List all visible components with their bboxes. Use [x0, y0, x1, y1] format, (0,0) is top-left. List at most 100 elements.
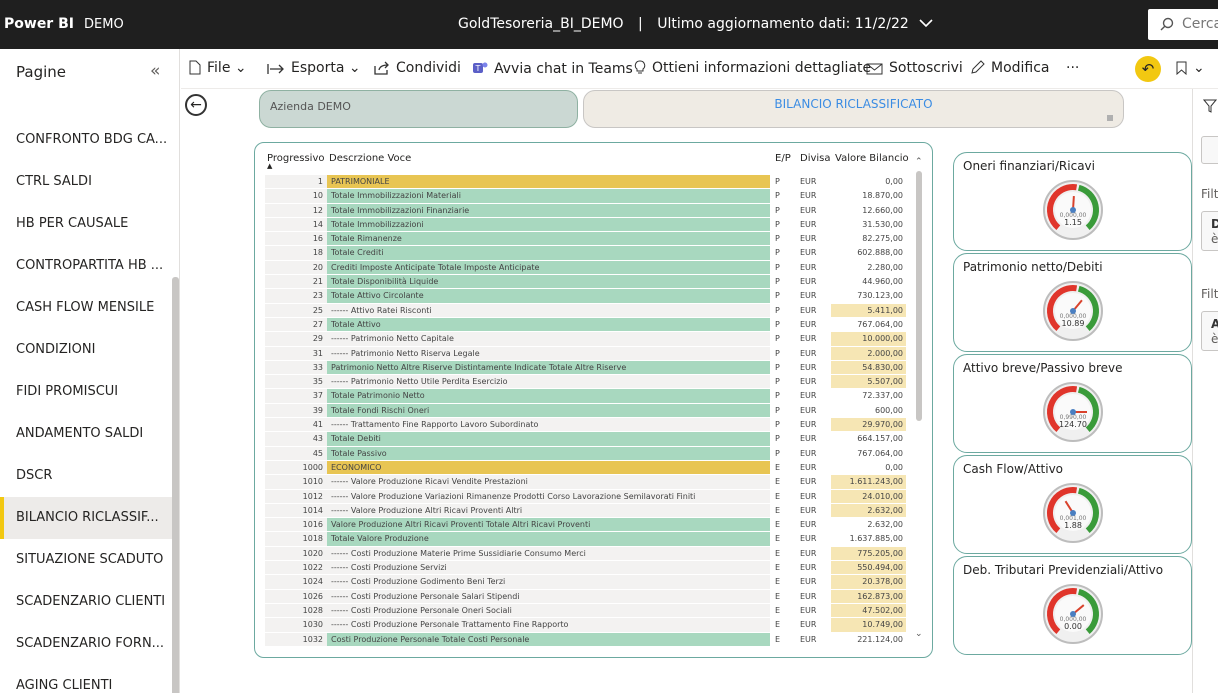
- export-menu[interactable]: Esporta ⌄: [267, 60, 361, 76]
- report-title-bar[interactable]: GoldTesoreria_BI_DEMO | Ultimo aggiornam…: [458, 16, 933, 32]
- cell-ep: E: [775, 577, 781, 587]
- table-row[interactable]: 43 Totale Debiti P EUR 664.157,00: [265, 432, 906, 446]
- cell-ep: P: [775, 305, 780, 315]
- table-row[interactable]: 18 Totale Crediti P EUR 602.888,00: [265, 246, 906, 260]
- file-menu[interactable]: File ⌄: [189, 60, 247, 76]
- table-row[interactable]: 1020 ------ Costi Produzione Materie Prim…: [265, 546, 906, 561]
- gauge-icon: 0,000,001.15: [1043, 180, 1103, 240]
- table-row[interactable]: 1010 ------ Valore Produzione Ricavi Vend…: [265, 475, 906, 489]
- page-item[interactable]: CONTROPARTITA HB ...: [0, 245, 172, 287]
- cell-ep: P: [775, 391, 780, 401]
- table-row[interactable]: 1022 ------ Costi Produzione Servizi E EUR 5…: [265, 561, 906, 575]
- page-item[interactable]: SCADENZARIO FORN...: [0, 623, 172, 665]
- table-row[interactable]: 1018 Totale Valore Produzione E EUR 1.637.88…: [265, 532, 906, 546]
- table-row[interactable]: 29 ------ Patrimonio Netto Capitale P EUR 10…: [265, 332, 906, 346]
- page-item[interactable]: HB PER CAUSALE: [0, 203, 172, 245]
- table-row[interactable]: 31 ------ Patrimonio Netto Riserva Legale…: [265, 346, 906, 361]
- table-row[interactable]: 1 PATRIMONIALE P EUR 0,00: [265, 175, 906, 189]
- col-header-ep[interactable]: E/P: [775, 153, 791, 164]
- table-row[interactable]: 12 Totale Immobilizzazioni Finanziarie P EU…: [265, 203, 906, 218]
- table-row[interactable]: 1000 ECONOMICO E EUR 0,00: [265, 460, 906, 475]
- filter-search-input[interactable]: [1201, 136, 1218, 164]
- page-item[interactable]: SCADENZARIO CLIENTI: [0, 581, 172, 623]
- table-scrollbar[interactable]: [916, 171, 922, 421]
- table-row[interactable]: 1024 ------ Costi Produzione Godimento Be…: [265, 575, 906, 589]
- scroll-up-icon[interactable]: ⌃: [915, 157, 923, 167]
- share-icon: [374, 61, 389, 75]
- col-header-desc[interactable]: Descrzione Voce: [329, 153, 411, 164]
- col-header-prog[interactable]: Progressivo: [267, 153, 325, 164]
- teams-chat-button[interactable]: T Avvia chat in Teams: [472, 60, 633, 77]
- table-row[interactable]: 1028 ------ Costi Produzione Personale On…: [265, 603, 906, 618]
- table-row[interactable]: 23 Totale Attivo Circolante P EUR 730.123,00: [265, 289, 906, 303]
- subscribe-button[interactable]: Sottoscrivi: [866, 60, 963, 76]
- filter-card[interactable]: D è: [1201, 211, 1218, 251]
- insights-button[interactable]: Ottieni informazioni dettagliate: [634, 60, 871, 76]
- brand-label[interactable]: Power BI: [4, 16, 74, 32]
- kpi-gauge-card[interactable]: Cash Flow/Attivo 0,001,00 1.88: [953, 455, 1192, 554]
- page-item[interactable]: CASH FLOW MENSILE: [0, 287, 172, 329]
- table-row[interactable]: 39 Totale Fondi Rischi Oneri P EUR 600,00: [265, 403, 906, 418]
- table-row[interactable]: 1032 Costi Produzione Personale Totale Co…: [265, 632, 906, 647]
- table-row[interactable]: 27 Totale Attivo P EUR 767.064,00: [265, 317, 906, 332]
- cell-prog: 1026: [265, 589, 327, 603]
- table-row[interactable]: 14 Totale Immobilizzazioni P EUR 31.530,00: [265, 217, 906, 232]
- table-row[interactable]: 1026 ------ Costi Produzione Personale Sa…: [265, 589, 906, 604]
- edit-button[interactable]: Modifica: [970, 60, 1050, 76]
- page-item-active[interactable]: BILANCIO RICLASSIF...: [0, 497, 172, 539]
- cell-prog: 25: [265, 303, 327, 317]
- kpi-gauge-card[interactable]: Patrimonio netto/Debiti 0,000,00 10.89: [953, 253, 1192, 352]
- page-item[interactable]: ANDAMENTO SALDI: [0, 413, 172, 455]
- page-item[interactable]: FIDI PROMISCUI: [0, 371, 172, 413]
- cell-prog: 1: [265, 175, 327, 189]
- kpi-gauge-card[interactable]: Attivo breve/Passivo breve 0,990,00 124.70: [953, 354, 1192, 453]
- pages-pane: Pagine « CONFRONTO BDG CA... CTRL SALDI …: [0, 49, 180, 693]
- page-item[interactable]: CONFRONTO BDG CA...: [0, 119, 172, 161]
- table-row[interactable]: 1016 Valore Produzione Altri Ricavi Prove…: [265, 518, 906, 532]
- cell-prog: 1024: [265, 575, 327, 589]
- chevron-down-icon[interactable]: [919, 16, 933, 32]
- table-row[interactable]: 21 Totale Disponibilità Liquide P EUR 44.960…: [265, 275, 906, 289]
- reset-icon[interactable]: ↶: [1135, 56, 1161, 82]
- table-row[interactable]: 20 Crediti Imposte Anticipate Totale Impo…: [265, 260, 906, 275]
- resize-handle[interactable]: [1107, 115, 1113, 121]
- company-slicer[interactable]: Azienda DEMO: [259, 90, 578, 128]
- table-row[interactable]: 1014 ------ Valore Produzione Altri Ricav…: [265, 503, 906, 518]
- scroll-down-icon[interactable]: ⌄: [915, 629, 923, 639]
- cell-desc: Totale Patrimonio Netto: [327, 389, 770, 403]
- table-row[interactable]: 16 Totale Rimanenze P EUR 82.275,00: [265, 232, 906, 246]
- filter-card[interactable]: A è: [1201, 311, 1218, 351]
- table-row[interactable]: 35 ------ Patrimonio Netto Utile Perdita …: [265, 375, 906, 389]
- search-input[interactable]: Cerca: [1148, 9, 1218, 40]
- table-row[interactable]: 25 ------ Attivo Ratei Risconti P EUR 5.411,…: [265, 303, 906, 318]
- page-item[interactable]: AGING CLIENTI: [0, 665, 172, 693]
- share-button[interactable]: Condividi: [374, 60, 461, 76]
- table-row[interactable]: 1030 ------ Costi Produzione Personale Tr…: [265, 618, 906, 632]
- filter-icon[interactable]: [1202, 99, 1218, 116]
- table-row[interactable]: 10 Totale Immobilizzazioni Materiali P EUR 1…: [265, 189, 906, 203]
- workspace-label[interactable]: DEMO: [84, 17, 124, 32]
- gauge-icon: 0,990,00124.70: [1043, 382, 1103, 442]
- collapse-pane-icon[interactable]: «: [150, 61, 160, 81]
- col-header-value[interactable]: Valore Bilancio: [835, 153, 909, 164]
- kpi-gauge-card[interactable]: Oneri finanziari/Ricavi 0,000,00 1.15: [953, 152, 1192, 251]
- table-row[interactable]: 33 Patrimonio Netto Altre Riserve Distint…: [265, 360, 906, 375]
- table-row[interactable]: 37 Totale Patrimonio Netto P EUR 72.337,00: [265, 389, 906, 403]
- table-row[interactable]: 45 Totale Passivo P EUR 767.064,00: [265, 446, 906, 461]
- cell-ep: P: [775, 177, 780, 186]
- cell-ep: P: [775, 219, 780, 229]
- page-item[interactable]: SITUAZIONE SCADUTO: [0, 539, 172, 581]
- page-item[interactable]: DSCR: [0, 455, 172, 497]
- table-row[interactable]: 41 ------ Trattamento Fine Rapporto Lavor…: [265, 418, 906, 432]
- cell-cur: EUR: [800, 548, 817, 558]
- col-header-currency[interactable]: Divisa: [800, 153, 831, 164]
- table-row[interactable]: 1012 ------ Valore Produzione Variazioni …: [265, 489, 906, 504]
- chevron-down-icon: ⌄: [348, 60, 361, 76]
- back-arrow-icon[interactable]: ←: [185, 94, 207, 116]
- page-item[interactable]: CTRL SALDI: [0, 161, 172, 203]
- more-options-button[interactable]: ···: [1066, 60, 1079, 76]
- pages-scrollbar[interactable]: [172, 277, 179, 693]
- bookmark-button[interactable]: ⌄: [1176, 60, 1205, 76]
- kpi-gauge-card[interactable]: Deb. Tributari Previdenziali/Attivo 0,000…: [953, 556, 1192, 655]
- page-item[interactable]: CONDIZIONI: [0, 329, 172, 371]
